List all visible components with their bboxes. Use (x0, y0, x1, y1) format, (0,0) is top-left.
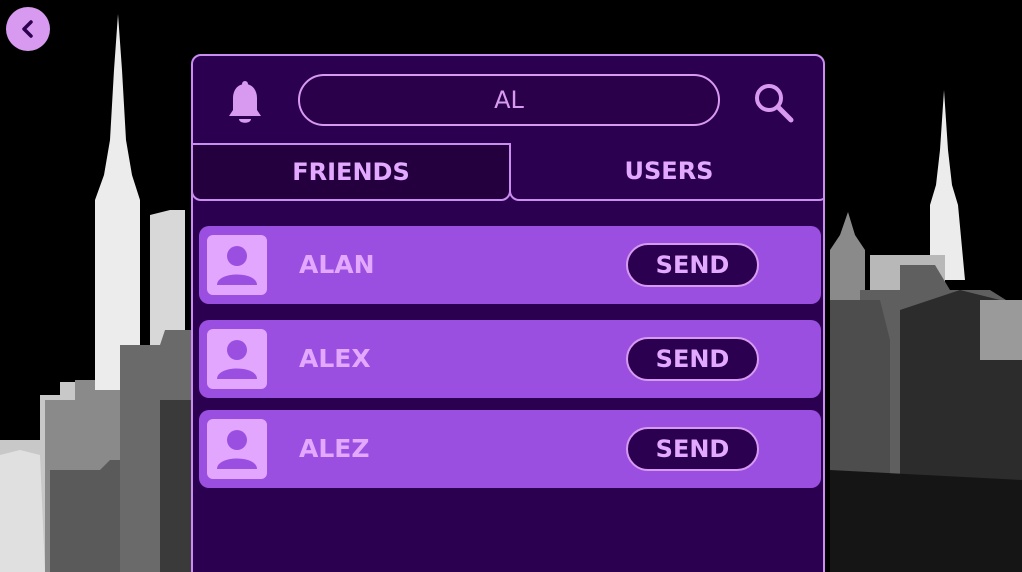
search-input[interactable] (298, 74, 720, 126)
user-icon (217, 430, 257, 469)
avatar (207, 419, 267, 479)
list-item: ALAN SEND (199, 226, 821, 304)
avatar (207, 235, 267, 295)
app-screen: FRIENDS USERS ALAN SEND (0, 0, 1022, 572)
user-name: ALAN (299, 250, 375, 279)
send-button[interactable]: SEND (626, 337, 759, 381)
tab-friends-label: FRIENDS (292, 158, 410, 186)
list-item: ALEX SEND (199, 320, 821, 398)
search-results-list: ALAN SEND ALEX SEND ALEZ SEND (199, 226, 821, 504)
chevron-left-icon (22, 20, 33, 38)
tab-users-label: USERS (624, 157, 714, 185)
tab-friends[interactable]: FRIENDS (193, 143, 511, 201)
user-name: ALEZ (299, 434, 370, 463)
tab-users[interactable]: USERS (509, 143, 823, 201)
send-button[interactable]: SEND (626, 427, 759, 471)
bell-icon[interactable] (225, 80, 265, 128)
list-item: ALEZ SEND (199, 410, 821, 488)
send-button[interactable]: SEND (626, 243, 759, 287)
avatar (207, 329, 267, 389)
back-button[interactable] (6, 7, 50, 51)
search-icon[interactable] (751, 80, 797, 126)
friends-panel: FRIENDS USERS ALAN SEND (191, 54, 825, 572)
user-icon (217, 340, 257, 379)
user-icon (217, 246, 257, 285)
user-name: ALEX (299, 344, 371, 373)
